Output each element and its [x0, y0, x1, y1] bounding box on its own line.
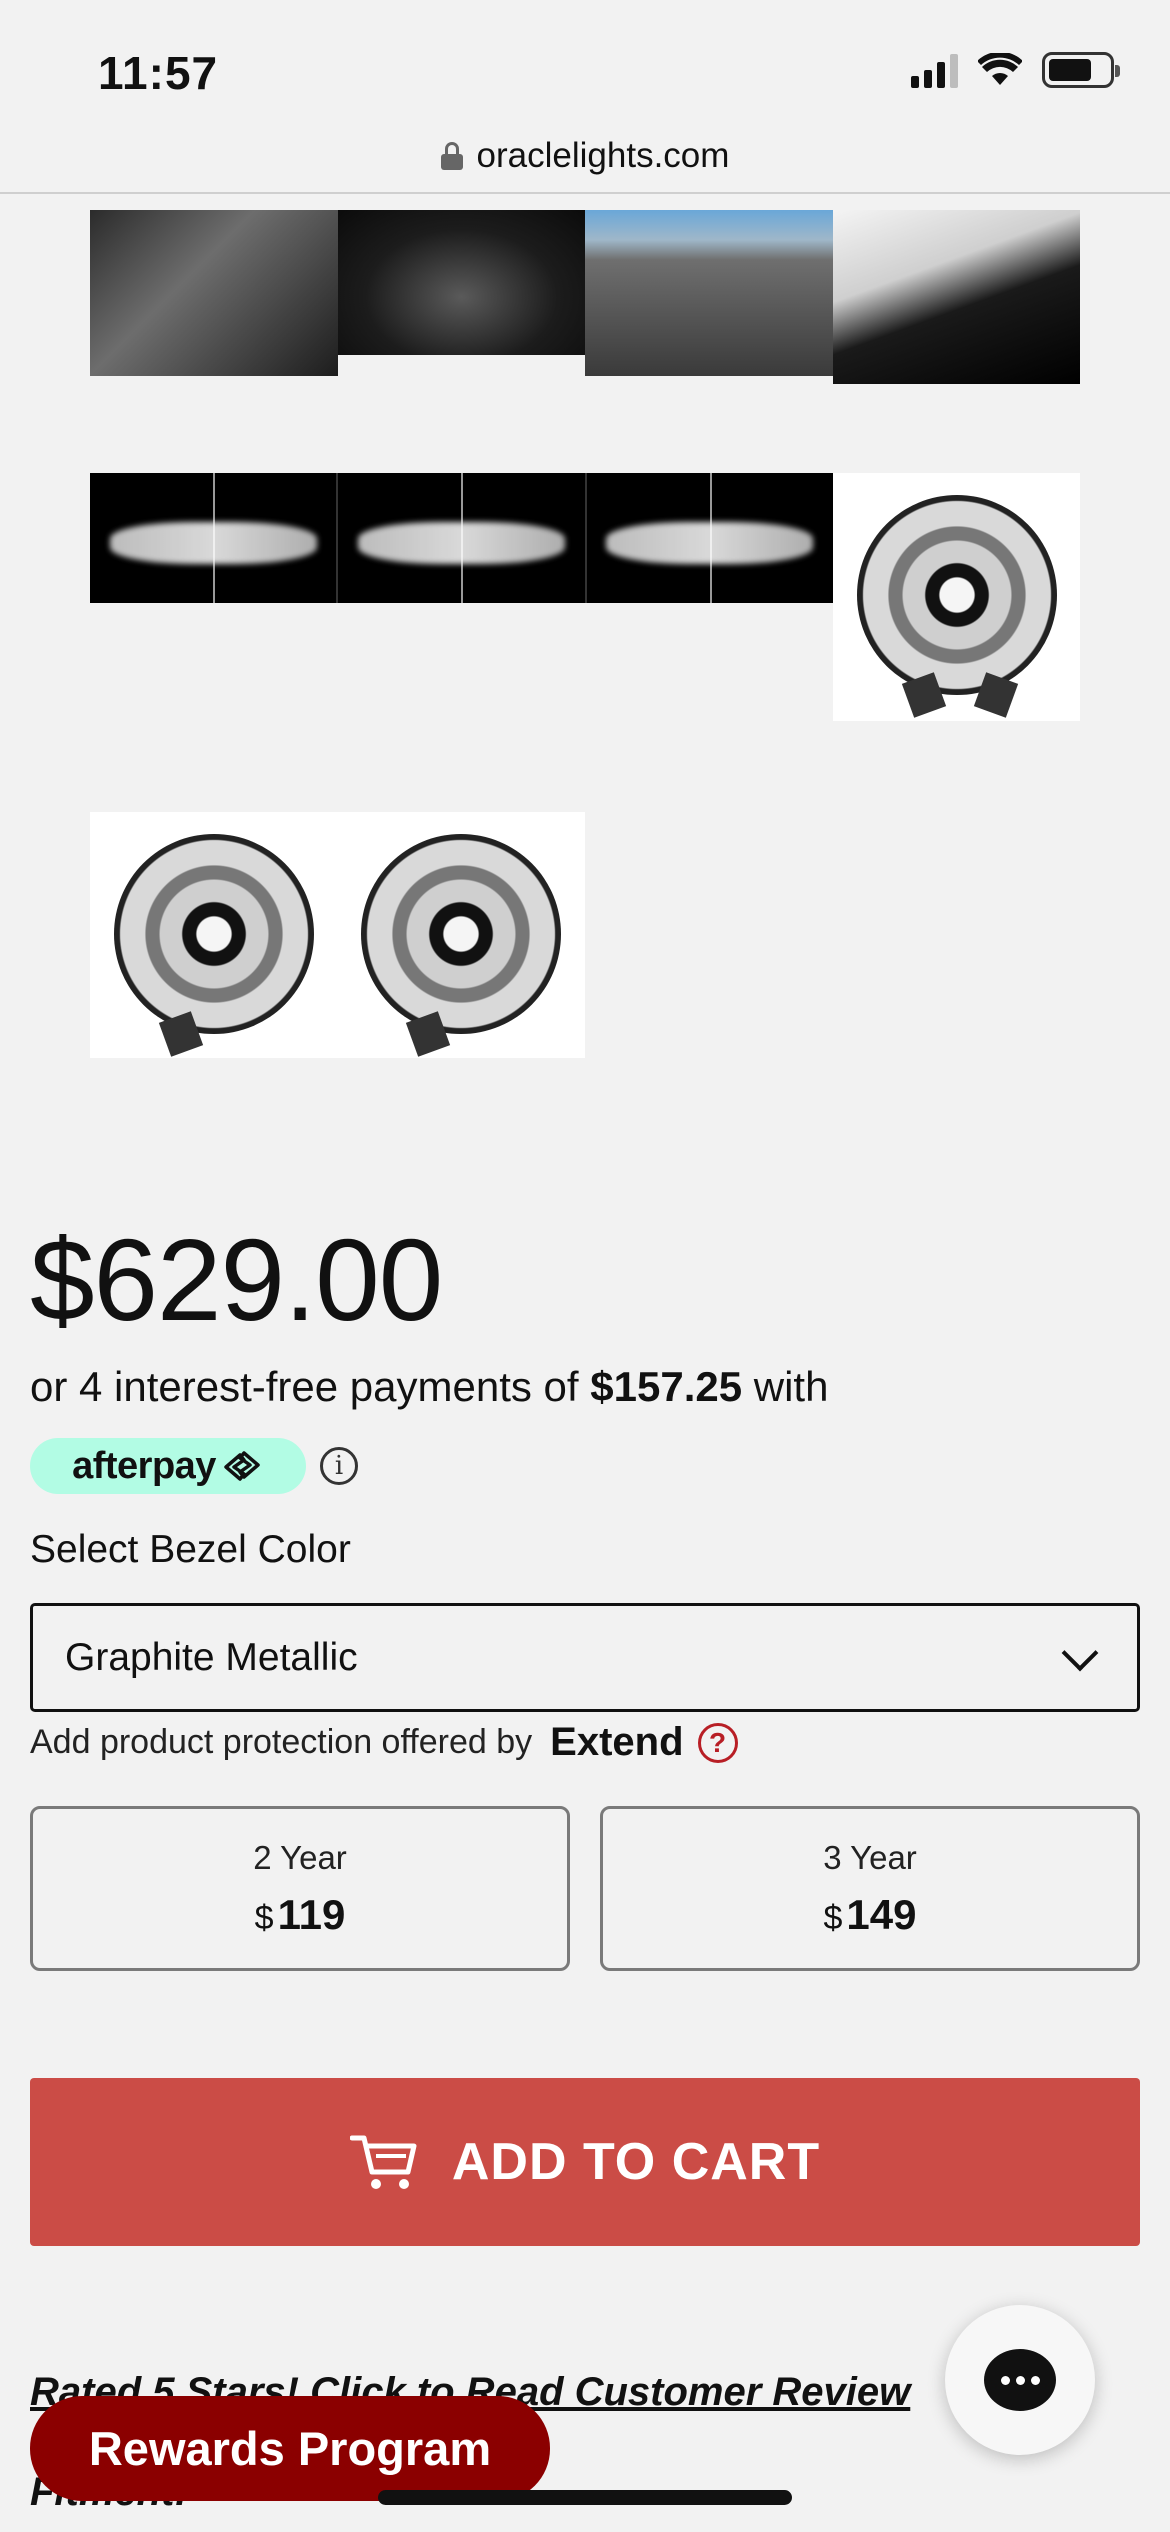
- info-icon[interactable]: i: [320, 1447, 358, 1485]
- lock-icon: [440, 141, 463, 170]
- installment-prefix: or 4 interest-free payments of: [30, 1363, 579, 1410]
- add-to-cart-button[interactable]: ADD TO CART: [30, 2078, 1140, 2246]
- cart-icon: [349, 2135, 417, 2189]
- gallery-thumb-jeep-dark[interactable]: [338, 210, 585, 355]
- home-indicator[interactable]: [378, 2490, 792, 2505]
- headlight-image: [856, 495, 1057, 718]
- bezel-color-select[interactable]: Graphite Metallic: [30, 1603, 1140, 1712]
- bezel-color-value: Graphite Metallic: [65, 1635, 358, 1679]
- afterpay-logo[interactable]: afterpay: [30, 1438, 306, 1494]
- plan-price: $119: [254, 1891, 346, 1938]
- afterpay-arrows-icon: [224, 1451, 260, 1481]
- wifi-icon: [978, 53, 1022, 85]
- extend-logo: Extend: [550, 1720, 684, 1764]
- wall-test-image[interactable]: [587, 473, 833, 603]
- rewards-program-button[interactable]: Rewards Program: [30, 2396, 550, 2501]
- product-price: $629.00: [30, 1215, 443, 1345]
- address-bar[interactable]: oraclelights.com: [0, 118, 1170, 193]
- product-protection-row: Add product protection offered by Extend…: [30, 1720, 738, 1765]
- plan-price: $149: [823, 1891, 917, 1938]
- wall-test-image[interactable]: [90, 473, 339, 603]
- bezel-color-label: Select Bezel Color: [30, 1528, 351, 1571]
- afterpay-label: afterpay: [72, 1444, 216, 1487]
- status-time: 11:57: [98, 47, 219, 99]
- installment-text: or 4 interest-free payments of $157.25 w…: [30, 1363, 828, 1411]
- gallery-thumb-jeep-rear[interactable]: [833, 210, 1080, 384]
- header-divider: [0, 192, 1170, 194]
- battery-icon: [1042, 52, 1120, 88]
- protection-plan-3-year[interactable]: 3 Year $149: [600, 1806, 1140, 1971]
- gallery-thumb-headlight-single[interactable]: [833, 473, 1080, 721]
- signal-icon: [911, 52, 958, 88]
- protection-plan-2-year[interactable]: 2 Year $119: [30, 1806, 570, 1971]
- url-text: oraclelights.com: [476, 135, 730, 175]
- gallery-thumb-wall-tests[interactable]: [90, 473, 833, 603]
- chat-icon: [984, 2349, 1056, 2411]
- question-icon[interactable]: ?: [697, 1722, 738, 1763]
- plan-term: 2 Year: [253, 1839, 347, 1876]
- wall-test-image[interactable]: [338, 473, 587, 603]
- headlight-image: [361, 834, 562, 1057]
- headlight-image: [113, 834, 314, 1057]
- chat-button[interactable]: [945, 2305, 1095, 2455]
- add-to-cart-label: ADD TO CART: [451, 2133, 821, 2191]
- installment-amount: $157.25: [590, 1363, 743, 1410]
- afterpay-row: afterpay i: [30, 1438, 358, 1494]
- rewards-label: Rewards Program: [88, 2422, 492, 2475]
- gallery-thumb-jeep-front[interactable]: [90, 210, 338, 376]
- plan-term: 3 Year: [823, 1839, 917, 1876]
- gallery-thumb-headlight-closeup[interactable]: [585, 210, 833, 376]
- status-bar: 11:57: [0, 0, 1170, 120]
- status-icons: [911, 52, 1120, 88]
- gallery-thumb-headlight-pair[interactable]: [90, 812, 585, 1058]
- protection-label: Add product protection offered by: [30, 1723, 533, 1761]
- chevron-down-icon: [1061, 1634, 1099, 1672]
- installment-suffix: with: [753, 1363, 829, 1410]
